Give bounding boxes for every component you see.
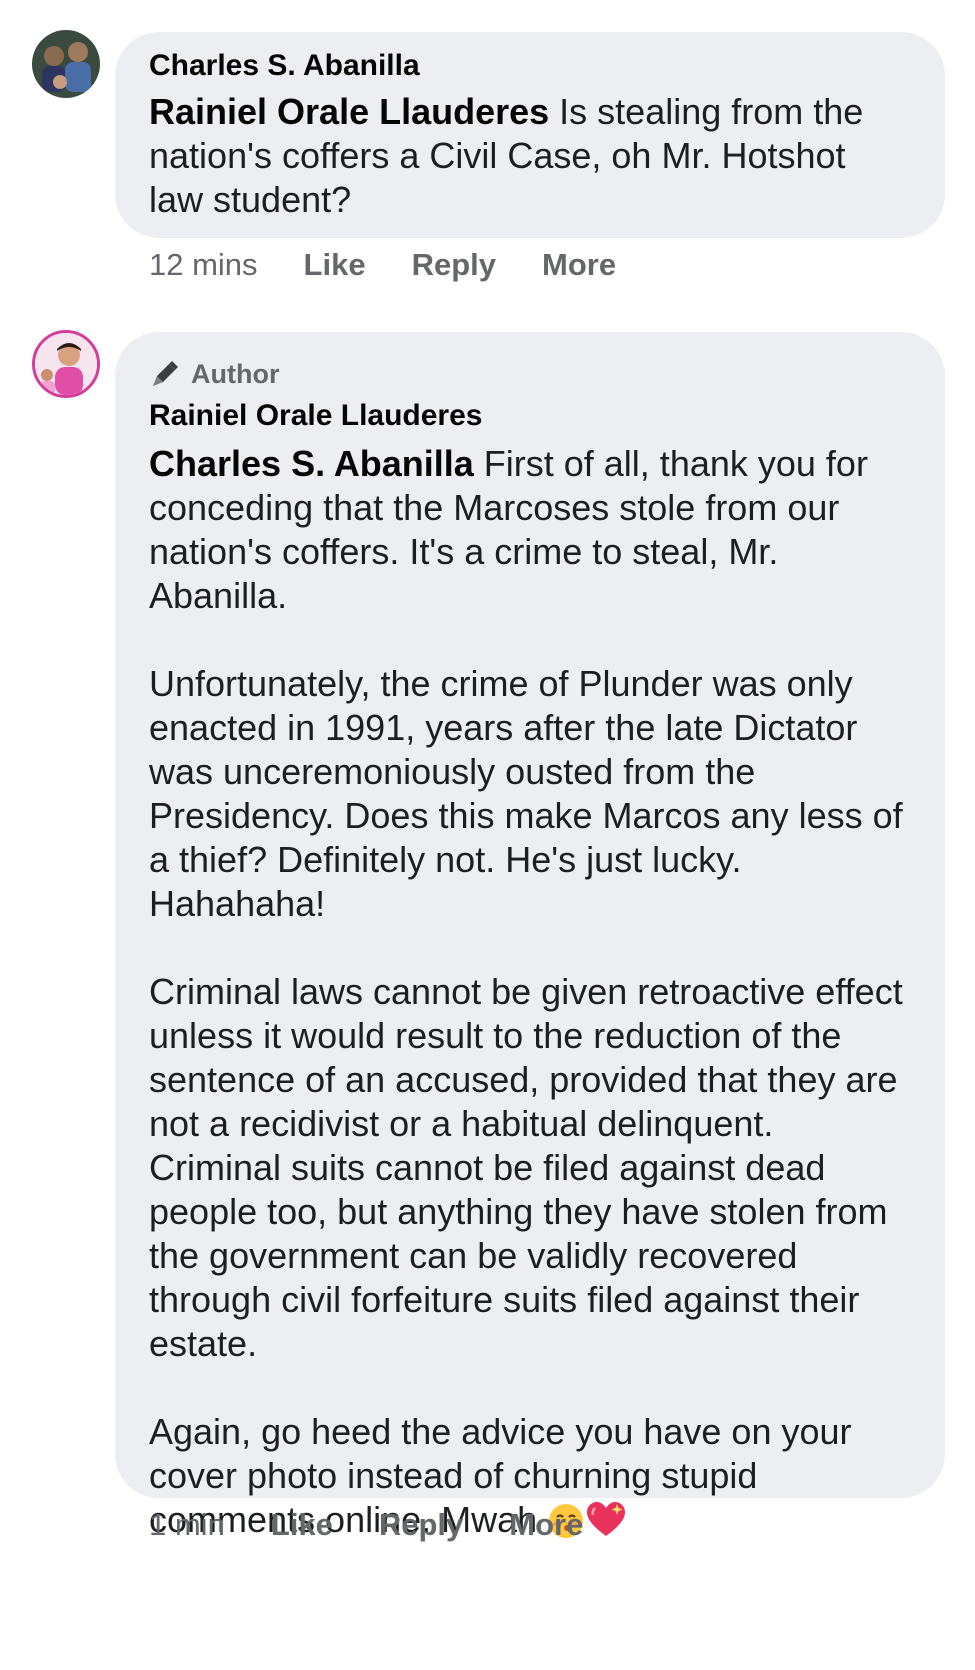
mention-link[interactable]: Charles S. Abanilla	[149, 443, 474, 484]
like-button[interactable]: Like	[271, 1507, 333, 1543]
comment-actions: 1 min Like Reply More	[149, 1505, 629, 1545]
comment-timestamp[interactable]: 1 min	[149, 1507, 225, 1543]
comment-body: Charles S. Abanilla First of all, thank …	[149, 442, 905, 1550]
comment-body: Rainiel Orale Llauderes Is stealing from…	[149, 90, 905, 222]
comment-timestamp[interactable]: 12 mins	[149, 247, 258, 283]
pencil-icon	[153, 361, 178, 386]
avatar-photo-icon	[32, 30, 100, 98]
comment-bubble: Charles S. Abanilla Rainiel Orale Llaude…	[115, 32, 945, 238]
avatar-photo-icon	[35, 333, 97, 395]
author-badge-label: Author	[191, 358, 280, 389]
comment-bubble: Author Rainiel Orale Llauderes Charles S…	[115, 332, 945, 1540]
comment-author-name[interactable]: Charles S. Abanilla	[149, 48, 905, 84]
more-button[interactable]: More	[542, 247, 616, 283]
like-button[interactable]: Like	[304, 247, 366, 283]
reply-button[interactable]: Reply	[379, 1507, 463, 1543]
reply-button[interactable]: Reply	[412, 247, 496, 283]
comment-text: First of all, thank you for conceding th…	[149, 443, 903, 1540]
comment-author-name[interactable]: Rainiel Orale Llauderes	[149, 398, 905, 434]
mention-link[interactable]: Rainiel Orale Llauderes	[149, 91, 549, 132]
comment-actions: 12 mins Like Reply More	[149, 245, 662, 285]
more-button[interactable]: More	[509, 1507, 583, 1543]
author-badge: Author	[149, 356, 905, 392]
avatar-rainiel[interactable]	[32, 330, 100, 398]
avatar-charles[interactable]	[32, 30, 100, 98]
